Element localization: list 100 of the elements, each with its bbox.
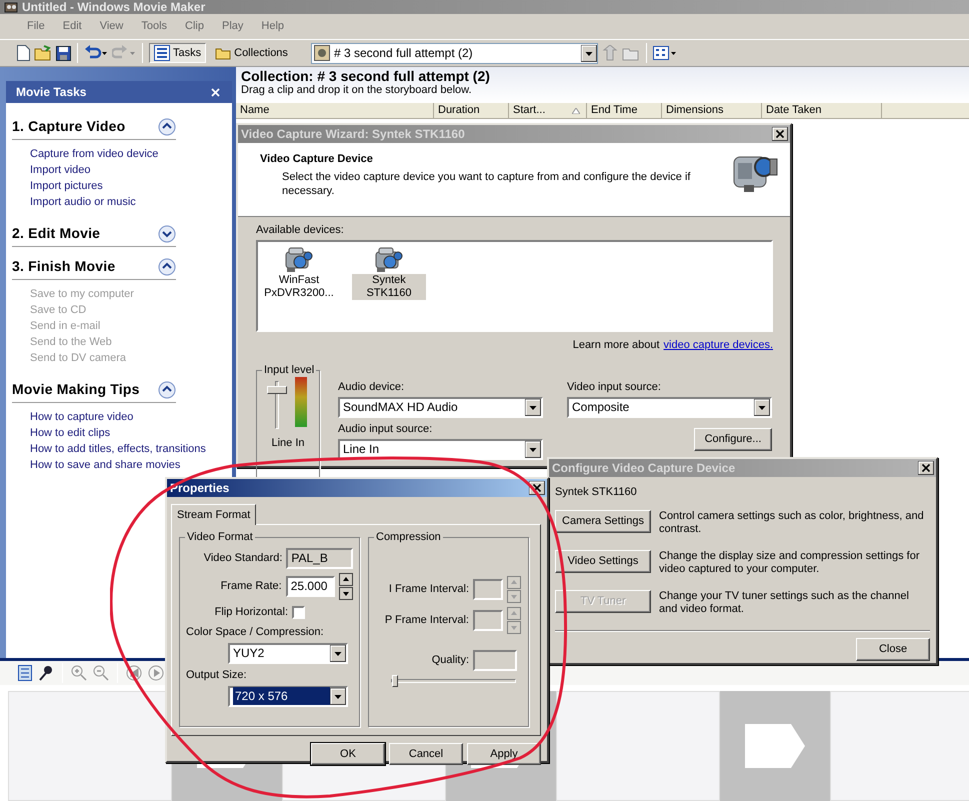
settings-button[interactable]: Camera Settings [555, 510, 651, 533]
dropdown[interactable]: 720 x 576 [228, 686, 348, 706]
section-title[interactable]: 3. Finish Movie [12, 256, 116, 277]
learn-more-link[interactable]: video capture devices. [664, 337, 773, 354]
number-input-field[interactable]: 25.000 [286, 576, 335, 597]
column-header[interactable]: Name [236, 103, 434, 118]
save-icon[interactable] [56, 46, 71, 60]
field-label: Quality: [430, 653, 469, 668]
column-header[interactable]: End Time [587, 103, 662, 118]
quality-slider-thumb[interactable] [392, 675, 398, 687]
field-label: Color Space / Compression: [186, 624, 325, 638]
menu-item[interactable]: View [90, 18, 132, 35]
zoom-in-icon[interactable] [71, 665, 87, 681]
storyboard-icon[interactable] [18, 665, 32, 681]
expand-icon[interactable] [158, 224, 176, 242]
menu-item[interactable]: Clip [176, 18, 213, 35]
option-description: Change the display size and compression settings for video captured to your computer. [659, 550, 920, 576]
field-label: P Frame Interval: [384, 613, 469, 628]
field-label: Audio input source: [338, 422, 434, 436]
menu-item[interactable]: Help [252, 18, 294, 35]
dropdown-arrow-icon[interactable] [525, 440, 541, 458]
dialog-button[interactable]: OK [311, 743, 385, 765]
dialog-tab[interactable]: Stream Format [171, 504, 256, 525]
field-label: Output Size: [186, 668, 248, 682]
toolbar-tab[interactable]: Collections [210, 43, 293, 63]
dropdown[interactable]: SoundMAX HD Audio [338, 396, 543, 418]
checkbox[interactable] [292, 606, 305, 619]
device-name[interactable]: WinFast PxDVR3200... [262, 274, 336, 300]
close-button[interactable] [918, 461, 934, 475]
dialog-title: Configure Video Capture Device [552, 460, 736, 477]
rewind-icon[interactable] [126, 665, 142, 681]
settings-button[interactable]: Video Settings [555, 550, 651, 573]
dropdown-arrow-icon[interactable] [580, 44, 597, 62]
group-label: Compression [374, 530, 443, 544]
folder-icon [215, 46, 232, 60]
dropdown-arrow-icon[interactable] [330, 644, 346, 662]
dropdown-arrow-icon[interactable] [754, 398, 770, 416]
dialog-title: Video Capture Wizard: Syntek STK1160 [241, 126, 465, 143]
dropdown[interactable]: YUY2 [228, 642, 348, 664]
task-link[interactable]: Import audio or music [12, 194, 232, 210]
task-link[interactable]: How to edit clips [12, 425, 232, 441]
learn-more-text: Learn more about [572, 338, 660, 353]
collapse-icon[interactable] [158, 380, 176, 398]
menu-item[interactable]: Tools [132, 18, 176, 35]
column-header[interactable]: Dimensions [662, 103, 762, 118]
close-button[interactable]: Close [856, 638, 930, 661]
section-title[interactable]: 2. Edit Movie [12, 223, 100, 244]
task-link[interactable]: Import pictures [12, 178, 232, 194]
menu-item[interactable]: Edit [54, 18, 91, 35]
level-slider-thumb[interactable] [267, 386, 287, 394]
field-label: Video input source: [567, 380, 662, 394]
close-icon[interactable] [211, 88, 220, 96]
device-name[interactable]: Syntek STK1160 [352, 274, 426, 300]
views-icon[interactable] [652, 45, 677, 61]
arrow-icon [745, 724, 805, 768]
level-meter-drawing [295, 376, 307, 426]
menu-item[interactable]: Play [213, 18, 252, 35]
collection-title: Collection: # 3 second full attempt (2) [241, 67, 491, 83]
option-description: Change your TV tuner settings such as the channel and video format. [659, 590, 910, 616]
field-label: Audio device: [338, 380, 406, 394]
collapse-icon[interactable] [158, 258, 176, 276]
section-title[interactable]: 1. Capture Video [12, 116, 126, 137]
read-only-field: PAL_B [286, 548, 353, 569]
column-header[interactable]: Duration [434, 103, 509, 118]
column-header[interactable]: Start... [509, 103, 587, 118]
option-description: Control camera settings such as color, brightness, and contrast. [659, 510, 925, 536]
section-title[interactable]: Movie Making Tips [12, 379, 140, 400]
task-link[interactable]: Import video [12, 162, 232, 178]
spin-up-button[interactable] [339, 573, 353, 586]
field-label: Flip Horizontal: [214, 605, 288, 620]
input-source-label: Line In [270, 436, 306, 450]
read-only-field [473, 650, 517, 671]
undo-icon[interactable] [84, 45, 108, 61]
dropdown-arrow-icon[interactable] [330, 688, 346, 704]
dialog-button[interactable]: Cancel [389, 743, 463, 765]
toolbar-tab[interactable]: Tasks [149, 43, 206, 63]
dropdown-arrow-icon[interactable] [525, 398, 541, 416]
dropdown[interactable]: Line In [338, 438, 543, 460]
collapse-icon[interactable] [158, 118, 176, 136]
new-document-icon[interactable] [16, 45, 30, 61]
zoom-out-icon[interactable] [93, 665, 109, 681]
dialog-button[interactable]: Apply [467, 743, 541, 765]
spin-down-button[interactable] [339, 587, 353, 600]
field-label: Video Standard: [202, 551, 282, 566]
play-icon[interactable] [148, 665, 164, 681]
collection-hint: Drag a clip and drop it on the storyboard below. [241, 84, 472, 96]
group-label: Input level [262, 362, 316, 376]
column-header[interactable]: Date Taken [762, 103, 882, 118]
collection-dropdown[interactable]: # 3 second full attempt (2) [310, 42, 598, 64]
field-label: Frame Rate: [220, 579, 282, 594]
microphone-icon[interactable] [38, 665, 54, 681]
task-link[interactable]: How to capture video [12, 409, 232, 425]
close-button[interactable] [772, 127, 788, 141]
pane-title: Movie Tasks [16, 84, 86, 101]
menu-item[interactable]: File [18, 18, 54, 35]
task-link[interactable]: Capture from video device [12, 146, 232, 162]
task-link[interactable]: How to add titles, effects, transitions [12, 441, 232, 457]
task-link[interactable]: How to save and share movies [12, 457, 232, 473]
configure-button[interactable]: Configure... [694, 428, 772, 450]
dropdown[interactable]: Composite [567, 396, 772, 418]
